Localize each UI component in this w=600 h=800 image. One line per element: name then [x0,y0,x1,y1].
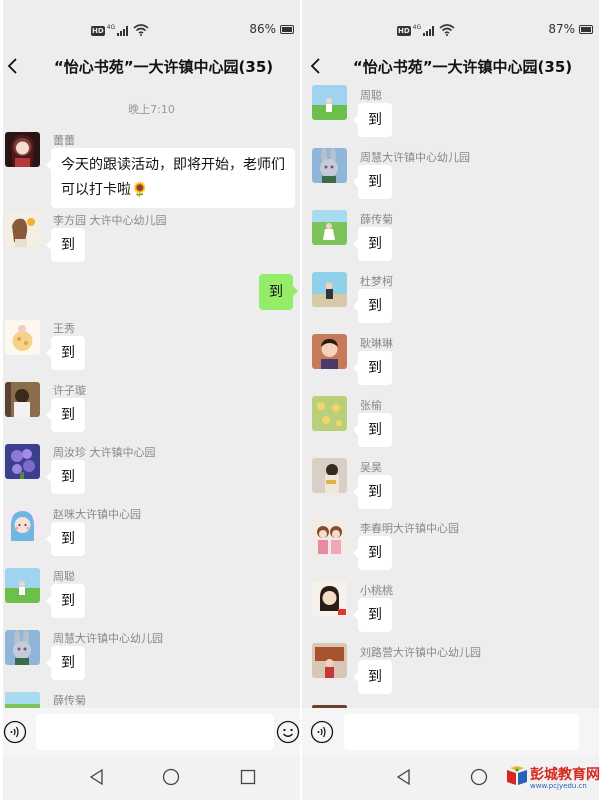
sender-name: 耿琳琳 [360,337,393,350]
message-bubble[interactable]: 今天的跟读活动，即将开始，老师们可以打卡啦🌻 [46,148,295,208]
sender-name: 周慧大许镇中心幼儿园 [360,151,470,164]
message-bubble[interactable]: 到 [353,475,392,509]
battery-status: 87% [548,22,593,36]
avatar[interactable] [312,210,347,245]
sender-name: 刘路营大许镇中心幼儿园 [360,646,481,659]
avatar[interactable] [312,148,347,183]
message-bubble[interactable]: 到 [46,228,85,262]
message-text-input[interactable] [36,714,274,750]
message-bubble[interactable]: 到 [353,289,392,323]
sender-name: 许子璇 [53,384,86,397]
avatar[interactable] [312,396,347,431]
sender-name: 周聪 [53,570,75,583]
voice-icon[interactable] [310,720,334,744]
watermark-url: www.pcjyedu.cn [530,782,587,790]
chat-header: “怡心书苑”一大许镇中心园(35) [3,46,300,86]
sender-name: 赵咪大许镇中心园 [53,508,141,521]
sender-name: 小桃桃 [360,584,393,597]
message-bubble[interactable]: 到 [353,103,392,137]
battery-percent: 87% [548,22,575,36]
battery-status: 86% [249,22,294,36]
square-recent-icon[interactable] [240,769,256,785]
chat-title: “怡心书苑”一大许镇中心园(35) [352,58,573,76]
sender-name: 薛传菊 [360,213,393,226]
battery-icon [280,24,294,34]
sender-name: 杜梦柯 [360,275,393,288]
circle-home-icon[interactable] [470,768,488,786]
status-icons: HD 4G [397,24,455,36]
avatar[interactable] [312,581,347,616]
message-timestamp: 晚上7:10 [128,103,175,116]
sender-name: 周慧大许镇中心幼儿园 [53,632,163,645]
message-bubble[interactable]: 到 [46,584,85,618]
back-arrow-icon[interactable] [3,54,27,78]
watermark-name: 彭城教育网 [530,767,600,783]
avatar[interactable] [5,444,40,479]
message-bubble[interactable]: 到 [46,522,85,556]
network-type: 4G [106,24,116,31]
sender-name: 李春明大许镇中心园 [360,522,459,535]
message-bubble[interactable]: 到 [46,398,85,432]
sender-name: 薛传菊 [53,694,86,707]
sender-name: 王秀 [53,322,75,335]
message-bubble[interactable]: 到 [46,460,85,494]
avatar[interactable] [5,506,40,541]
voice-icon[interactable] [3,720,27,744]
avatar[interactable] [5,630,40,665]
wifi-icon [133,24,149,36]
avatar[interactable] [312,643,347,678]
message-input-bar [302,708,599,756]
message-bubble[interactable]: 到 [353,165,392,199]
battery-icon [579,24,593,34]
avatar[interactable] [5,132,40,167]
sender-name: 蕾蕾 [53,134,75,147]
avatar[interactable] [5,320,40,355]
sender-name: 周汝珍 大许镇中心园 [53,446,156,459]
chat-title: “怡心书苑”一大许镇中心园(35) [53,58,274,76]
message-bubble[interactable]: 到 [353,660,392,694]
message-bubble[interactable]: 到 [353,413,392,447]
message-bubble[interactable]: 到 [353,227,392,261]
avatar[interactable] [5,382,40,417]
signal-icon [117,26,129,36]
hd-icon: HD [397,26,411,36]
message-bubble[interactable]: 到 [353,351,392,385]
status-icons: HD 4G [91,24,149,36]
avatar[interactable] [312,85,347,120]
message-bubble[interactable]: 到 [46,336,85,370]
network-type: 4G [412,24,422,31]
system-nav-bar [3,756,300,800]
sender-name: 张榆 [360,399,382,412]
avatar[interactable] [5,568,40,603]
signal-icon [423,26,435,36]
message-bubble[interactable]: 到 [353,536,392,570]
status-bar: HD 4G 87% [302,0,599,46]
triangle-back-icon[interactable] [88,768,106,786]
message-text-input[interactable] [344,714,579,750]
sender-name: 周聪 [360,89,382,102]
wifi-icon [439,24,455,36]
message-bubble-self[interactable]: 到 [259,274,298,310]
site-watermark: 彭城教育网 www.pcjyedu.cn [506,762,600,792]
avatar[interactable] [312,519,347,554]
avatar[interactable] [5,212,40,247]
battery-percent: 86% [249,22,276,36]
chat-screen-left: HD 4G 86% “怡心书苑”一大许镇中心园(35) 晚上7:10 蕾蕾 今天… [3,0,300,800]
message-bubble[interactable]: 到 [46,646,85,680]
chat-header: “怡心书苑”一大许镇中心园(35) [302,46,599,86]
circle-home-icon[interactable] [162,768,180,786]
book-logo-icon [507,766,527,785]
sender-name: 李方园 大许中心幼儿园 [53,214,167,227]
message-input-bar [3,708,300,756]
avatar[interactable] [312,272,347,307]
avatar[interactable] [312,334,347,369]
triangle-back-icon[interactable] [395,768,413,786]
avatar[interactable] [312,458,347,493]
emoji-icon[interactable] [276,720,300,744]
chat-screen-right: HD 4G 87% “怡心书苑”一大许镇中心园(35) 周聪 到 周慧大许镇中心… [302,0,599,800]
status-bar: HD 4G 86% [3,0,300,46]
hd-icon: HD [91,26,105,36]
message-bubble[interactable]: 到 [353,598,392,632]
sender-name: 吴昊 [360,461,382,474]
